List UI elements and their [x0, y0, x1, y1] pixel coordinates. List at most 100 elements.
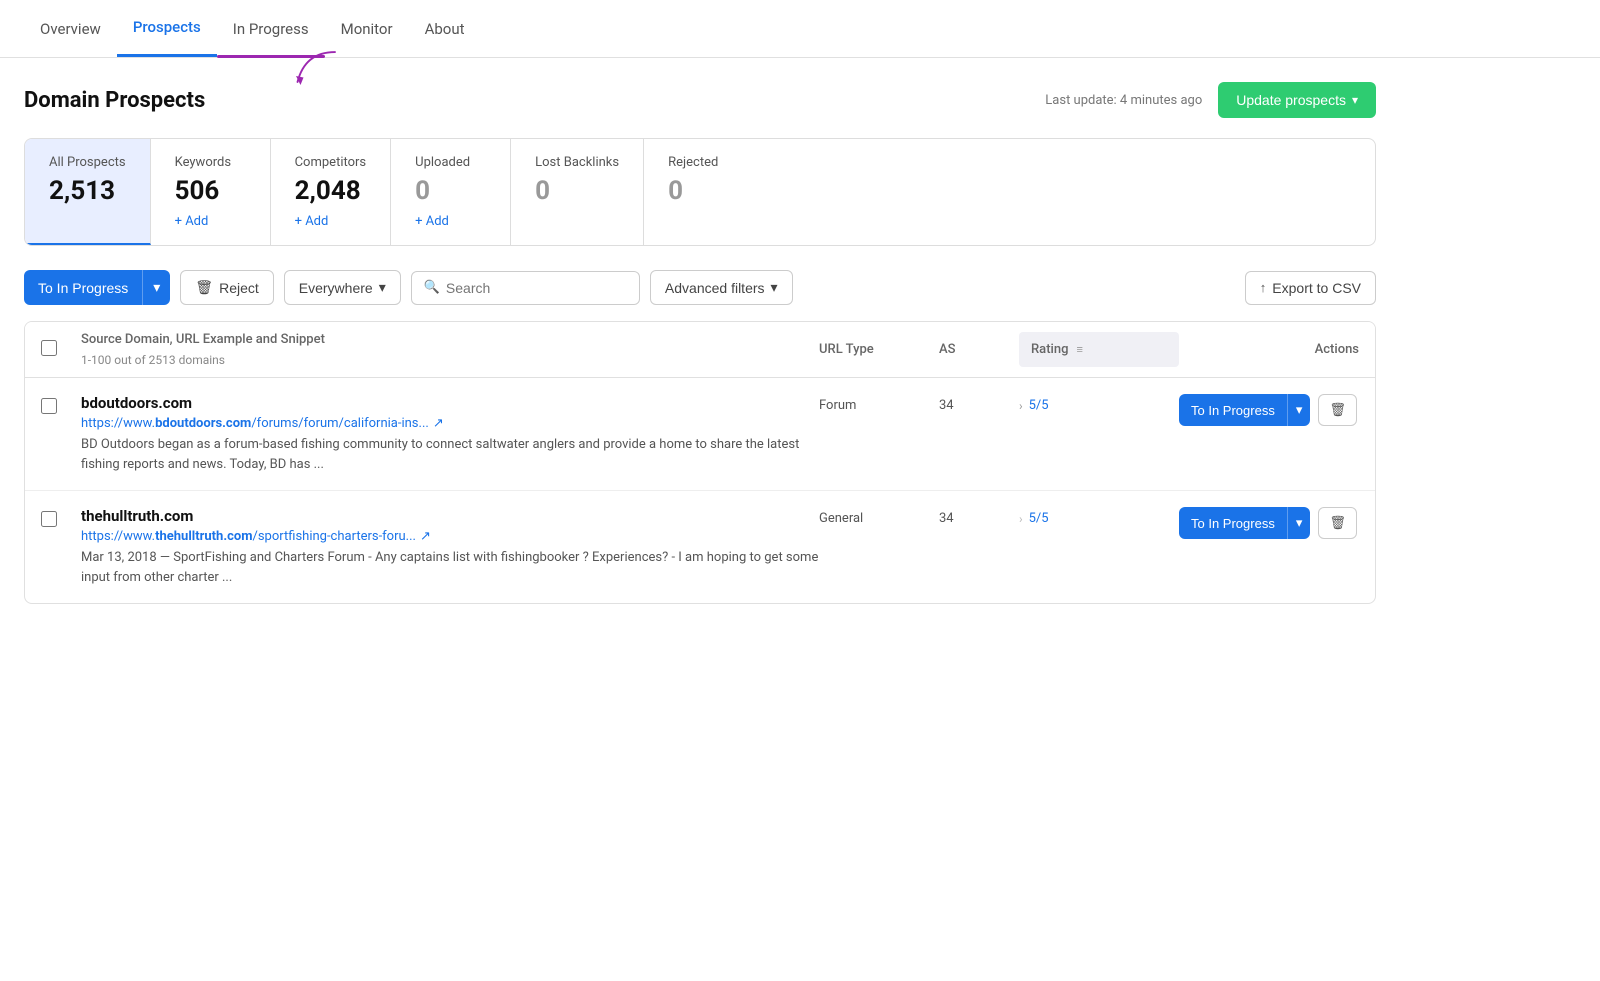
row2-snippet: Mar 13, 2018 — SportFishing and Charters… — [81, 548, 819, 587]
search-box[interactable]: 🔍 — [411, 271, 640, 305]
nav-monitor[interactable]: Monitor — [325, 2, 409, 56]
prospect-tabs: All Prospects 2,513 Keywords 506 + Add C… — [24, 138, 1376, 246]
tab-all-label: All Prospects — [49, 155, 126, 170]
page-header-right: Last update: 4 minutes ago Update prospe… — [1045, 82, 1376, 118]
advanced-filters-button[interactable]: Advanced filters ▾ — [650, 270, 793, 305]
tab-all-prospects[interactable]: All Prospects 2,513 — [25, 139, 151, 245]
row1-url-type: Forum — [819, 394, 939, 413]
last-update-text: Last update: 4 minutes ago — [1045, 93, 1202, 108]
header-checkbox-cell — [41, 340, 81, 360]
header-source: Source Domain, URL Example and Snippet 1… — [81, 332, 819, 367]
row2-action-chevron-icon[interactable]: ▾ — [1287, 507, 1311, 539]
row2-to-in-progress-button[interactable]: To In Progress ▾ — [1179, 507, 1310, 539]
table-header-row: Source Domain, URL Example and Snippet 1… — [25, 322, 1375, 378]
to-in-progress-button[interactable]: To In Progress ▾ — [24, 270, 170, 305]
rating-sort-icon[interactable]: ≡ — [1076, 343, 1082, 356]
row1-checkbox[interactable] — [41, 398, 57, 414]
table-row: thehulltruth.com https://www.thehulltrut… — [25, 491, 1375, 603]
row1-action-label: To In Progress — [1179, 395, 1287, 426]
row2-delete-button[interactable]: 🗑 — [1318, 507, 1357, 539]
tab-rejected-count: 0 — [668, 176, 740, 206]
export-csv-button[interactable]: ↑ Export to CSV — [1245, 271, 1376, 305]
row2-rating-score: 5/5 — [1029, 511, 1049, 526]
row2-checkbox[interactable] — [41, 511, 57, 527]
search-input[interactable] — [446, 280, 627, 296]
row1-rating-expand-icon[interactable]: › — [1019, 399, 1023, 413]
row1-checkbox-cell — [41, 394, 81, 418]
row1-snippet: BD Outdoors began as a forum-based fishi… — [81, 435, 819, 474]
advanced-filters-chevron-icon: ▾ — [771, 279, 778, 296]
reject-label: Reject — [219, 280, 259, 296]
row1-external-link-icon[interactable]: ↗ — [433, 416, 444, 431]
row2-trash-icon: 🗑 — [1329, 515, 1346, 530]
tab-keywords-count: 506 — [175, 176, 246, 206]
nav-overview[interactable]: Overview — [24, 2, 117, 56]
prospects-table: Source Domain, URL Example and Snippet 1… — [24, 321, 1376, 604]
row1-action-chevron-icon[interactable]: ▾ — [1287, 394, 1311, 426]
export-label: Export to CSV — [1272, 280, 1361, 296]
row1-rating-score: 5/5 — [1029, 398, 1049, 413]
row1-actions-cell: To In Progress ▾ 🗑 — [1179, 394, 1359, 426]
row2-action-label: To In Progress — [1179, 508, 1287, 539]
header-actions: Actions — [1179, 342, 1359, 357]
update-btn-chevron-icon: ▾ — [1352, 93, 1358, 107]
row1-delete-button[interactable]: 🗑 — [1318, 394, 1357, 426]
row1-as: 34 — [939, 394, 1019, 413]
header-as: AS — [939, 342, 1019, 357]
tab-rejected-label: Rejected — [668, 155, 740, 170]
advanced-filters-label: Advanced filters — [665, 280, 765, 296]
row2-as: 34 — [939, 507, 1019, 526]
table-row: bdoutdoors.com https://www.bdoutdoors.co… — [25, 378, 1375, 491]
everywhere-filter[interactable]: Everywhere ▾ — [284, 270, 401, 305]
tab-competitors[interactable]: Competitors 2,048 + Add — [271, 139, 392, 245]
trash-icon: 🗑 — [195, 279, 213, 296]
header-url-type: URL Type — [819, 342, 939, 357]
tab-competitors-count: 2,048 — [295, 176, 367, 206]
tab-keywords-label: Keywords — [175, 155, 246, 170]
row1-source-cell: bdoutdoors.com https://www.bdoutdoors.co… — [81, 394, 819, 474]
row1-rating-cell: › 5/5 — [1019, 394, 1179, 413]
toolbar: To In Progress ▾ 🗑 Reject Everywhere ▾ 🔍… — [24, 270, 1376, 305]
tab-lost-count: 0 — [535, 176, 619, 206]
row2-rating-cell: › 5/5 — [1019, 507, 1179, 526]
row1-url: https://www.bdoutdoors.com/forums/forum/… — [81, 416, 819, 431]
nav-about[interactable]: About — [409, 2, 481, 56]
row2-url: https://www.thehulltruth.com/sportfishin… — [81, 529, 819, 544]
page-title: Domain Prospects — [24, 88, 205, 113]
reject-button[interactable]: 🗑 Reject — [180, 270, 273, 305]
row2-domain: thehulltruth.com — [81, 507, 819, 525]
row1-to-in-progress-button[interactable]: To In Progress ▾ — [1179, 394, 1310, 426]
everywhere-label: Everywhere — [299, 280, 373, 296]
to-in-progress-label: To In Progress — [24, 271, 142, 305]
tab-uploaded-count: 0 — [415, 176, 486, 206]
page-header: Domain Prospects Last update: 4 minutes … — [24, 82, 1376, 118]
row2-rating-expand-icon[interactable]: › — [1019, 512, 1023, 526]
tab-keywords[interactable]: Keywords 506 + Add — [151, 139, 271, 245]
tab-uploaded-add[interactable]: + Add — [415, 214, 486, 229]
tab-uploaded[interactable]: Uploaded 0 + Add — [391, 139, 511, 245]
tab-rejected[interactable]: Rejected 0 — [644, 139, 764, 245]
select-all-checkbox[interactable] — [41, 340, 57, 356]
tab-uploaded-label: Uploaded — [415, 155, 486, 170]
tab-competitors-label: Competitors — [295, 155, 367, 170]
nav-in-progress[interactable]: In Progress — [217, 2, 325, 56]
upload-icon: ↑ — [1260, 280, 1267, 295]
tab-all-count: 2,513 — [49, 176, 126, 206]
tab-lost-backlinks[interactable]: Lost Backlinks 0 — [511, 139, 644, 245]
nav-prospects[interactable]: Prospects — [117, 0, 217, 57]
header-rating: Rating ≡ — [1019, 332, 1179, 367]
search-icon: 🔍 — [424, 280, 440, 295]
row2-external-link-icon[interactable]: ↗ — [420, 529, 431, 544]
everywhere-chevron-icon: ▾ — [379, 279, 386, 296]
update-prospects-button[interactable]: Update prospects ▾ — [1218, 82, 1376, 118]
header-row-info: 1-100 out of 2513 domains — [81, 353, 225, 367]
tab-competitors-add[interactable]: + Add — [295, 214, 367, 229]
header-source-label: Source Domain, URL Example and Snippet — [81, 332, 325, 347]
top-navigation: Overview Prospects In Progress Monitor A… — [0, 0, 1600, 58]
update-btn-label: Update prospects — [1236, 92, 1346, 108]
main-content: Domain Prospects Last update: 4 minutes … — [0, 58, 1400, 628]
row1-trash-icon: 🗑 — [1329, 402, 1346, 417]
to-in-progress-chevron-icon[interactable]: ▾ — [142, 270, 170, 305]
tab-keywords-add[interactable]: + Add — [175, 214, 246, 229]
row2-actions-cell: To In Progress ▾ 🗑 — [1179, 507, 1359, 539]
